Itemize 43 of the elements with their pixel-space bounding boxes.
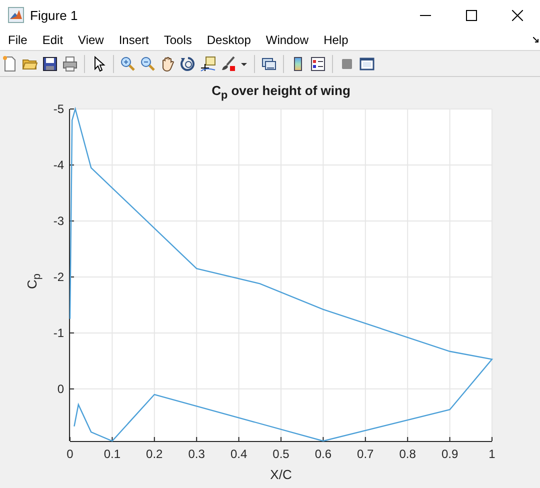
zoom-in-icon[interactable] <box>120 56 136 72</box>
x-tick-label: 0.9 <box>441 447 458 461</box>
y-tick-label: -5 <box>53 102 64 116</box>
new-file-icon[interactable] <box>2 56 18 72</box>
x-tick-label: 1 <box>488 447 496 461</box>
dock-arrow-icon[interactable] <box>533 37 539 43</box>
y-tick-label: -4 <box>53 158 64 172</box>
menu-item[interactable]: Tools <box>158 31 198 49</box>
menu-item[interactable]: Help <box>318 31 354 49</box>
x-tick-label: 0.6 <box>314 447 332 461</box>
menu-item[interactable]: Window <box>260 31 315 49</box>
brush-icon[interactable] <box>220 56 236 72</box>
y-tick-label: -3 <box>53 214 64 228</box>
x-tick-label: 0.8 <box>399 447 416 461</box>
close-icon[interactable] <box>512 10 522 20</box>
y-tick-label: -1 <box>53 326 64 340</box>
x-tick-label: 0.1 <box>104 447 121 461</box>
menu-item[interactable]: File <box>2 31 34 49</box>
menu-item[interactable]: Insert <box>112 31 155 49</box>
data-cursor-icon[interactable] <box>200 56 216 72</box>
rotate-icon[interactable] <box>180 56 196 72</box>
maximize-icon[interactable] <box>466 10 476 20</box>
x-axis-label: X/C <box>269 467 293 482</box>
menu-item[interactable]: Edit <box>36 31 70 49</box>
menu-item[interactable]: Desktop <box>200 31 257 49</box>
x-tick-label: 0.7 <box>357 447 374 461</box>
chart-title: C$_{p}$ over height of wing <box>210 83 352 102</box>
window-title: Figure 1 <box>30 8 78 22</box>
x-tick-label: 0.5 <box>272 447 290 461</box>
x-tick-label: 0.3 <box>188 447 205 461</box>
zoom-out-icon[interactable] <box>140 56 156 72</box>
x-tick-label: 0 <box>66 447 74 461</box>
x-tick-label: 0.4 <box>230 447 248 461</box>
y-tick-label: -2 <box>53 270 64 284</box>
window-icon[interactable] <box>359 56 375 72</box>
hand-icon[interactable] <box>160 56 176 72</box>
app-logo-icon <box>8 7 24 23</box>
y-tick-label: 0 <box>57 382 64 396</box>
menu-item[interactable]: View <box>72 31 110 49</box>
legend-icon[interactable] <box>310 56 326 72</box>
save-icon[interactable] <box>42 56 58 72</box>
x-tick-label: 0.2 <box>146 447 163 461</box>
print-icon[interactable] <box>62 56 78 72</box>
